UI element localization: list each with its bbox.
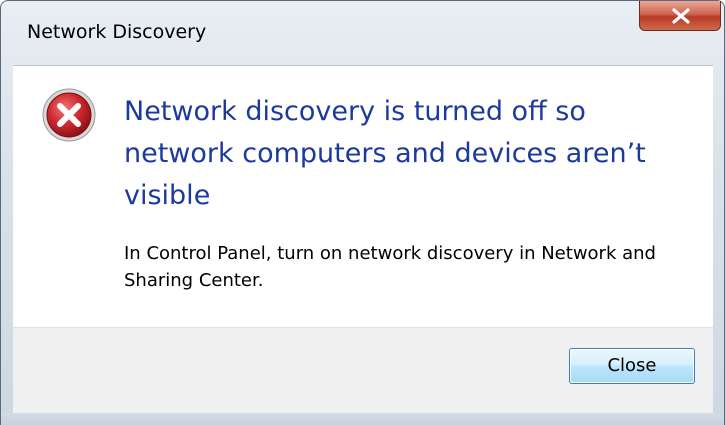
main-instruction: Network discovery is turned off so netwo…: [124, 96, 646, 211]
window-close-button[interactable]: [639, 1, 721, 31]
footer: Close: [13, 327, 713, 414]
error-icon: [42, 88, 96, 142]
close-x-icon: [672, 8, 690, 24]
close-button[interactable]: Close: [569, 348, 695, 384]
content-area: Network discovery is turned off so netwo…: [13, 65, 713, 327]
content-text: In Control Panel, turn on network discov…: [124, 243, 656, 291]
network-discovery-dialog: Network Discovery Network discovery is t…: [0, 0, 725, 425]
window-frame-bottom: [1, 413, 724, 425]
window-title: Network Discovery: [27, 21, 207, 43]
title-bar[interactable]: Network Discovery: [1, 1, 724, 43]
